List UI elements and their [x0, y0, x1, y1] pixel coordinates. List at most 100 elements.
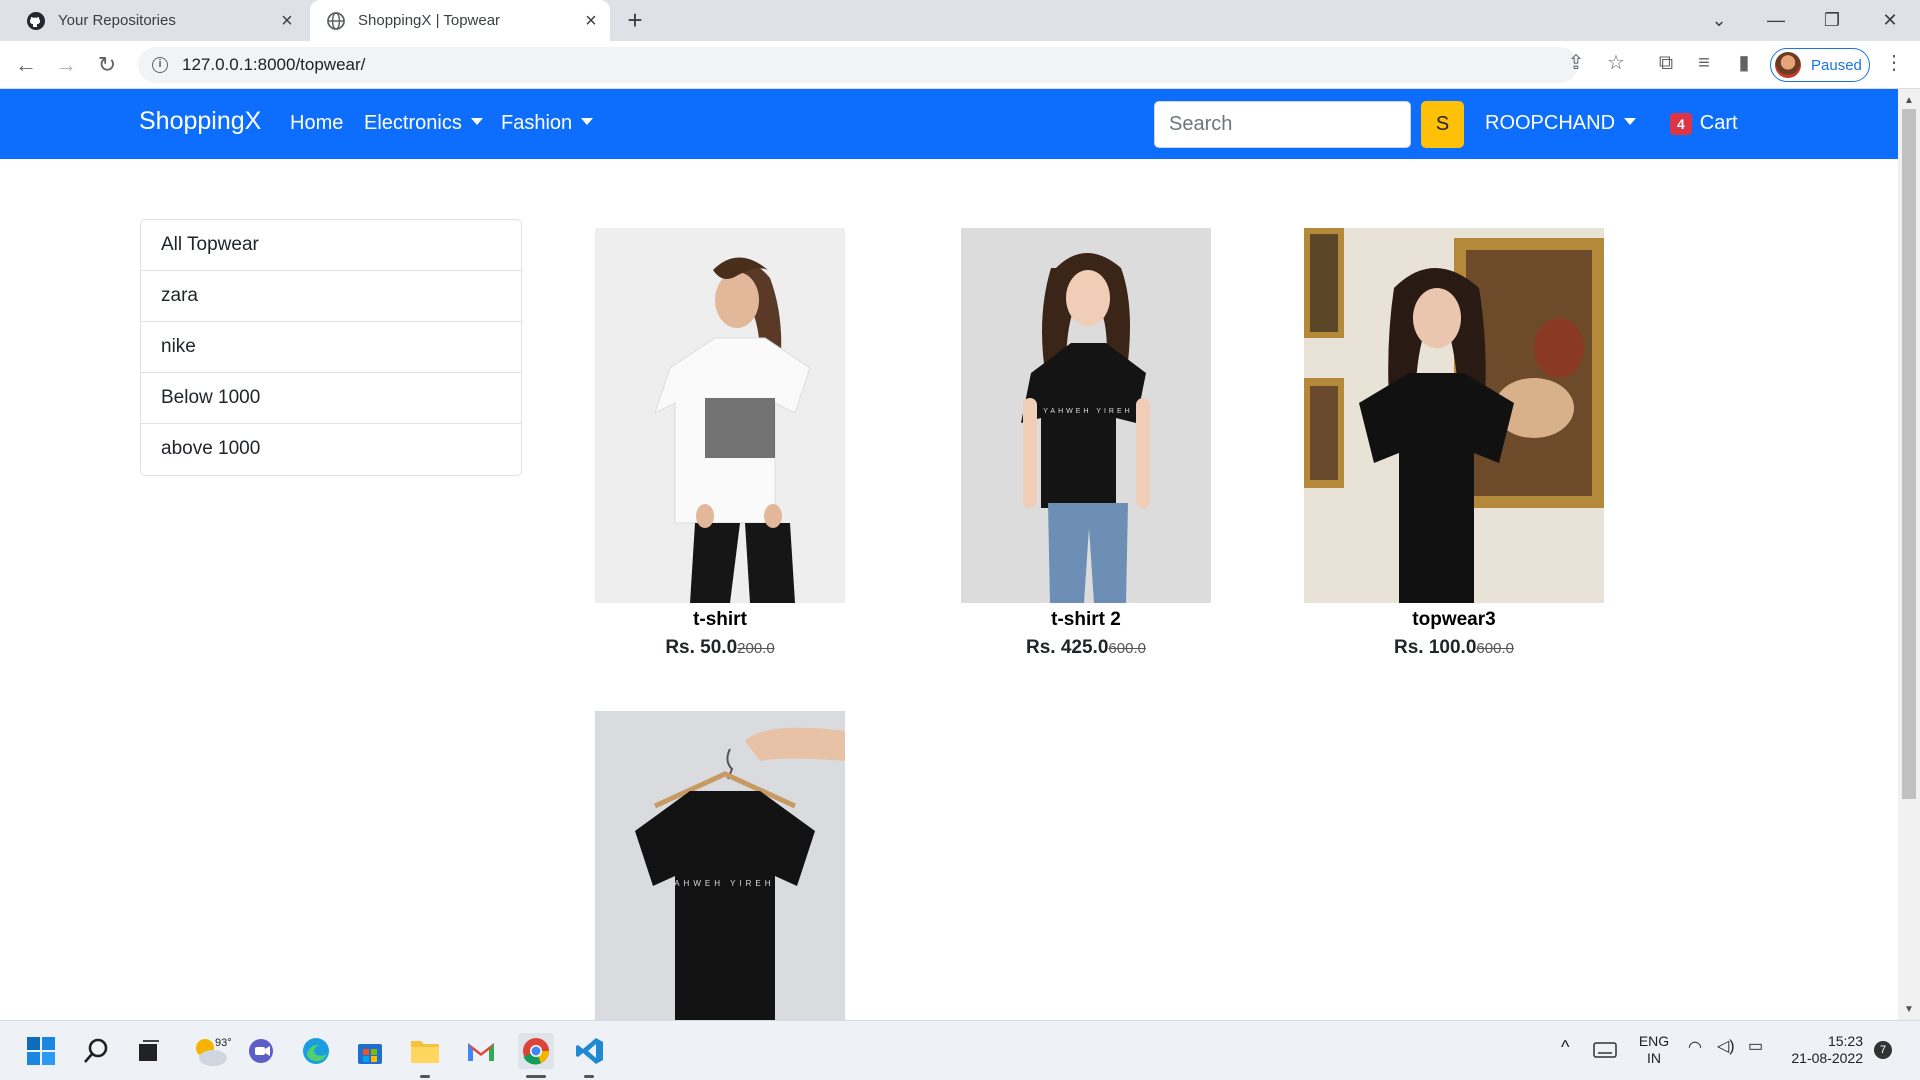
share-icon[interactable]: ⇪: [1562, 49, 1590, 77]
page-scrollbar[interactable]: ▲ ▼: [1898, 89, 1920, 1020]
product-card[interactable]: YAHWEH YIREH: [595, 711, 845, 1020]
nav-home[interactable]: Home: [290, 112, 343, 135]
filter-zara[interactable]: zara: [141, 271, 521, 322]
caret-down-icon: [581, 118, 594, 125]
tab-shoppingx-topwear[interactable]: ShoppingX | Topwear ×: [310, 0, 610, 41]
reload-icon[interactable]: ↻: [93, 51, 121, 79]
caret-down-icon: [1624, 118, 1637, 125]
microsoft-store-icon[interactable]: [352, 1033, 388, 1069]
cart-count-badge: 4: [1670, 112, 1692, 135]
search-input[interactable]: [1154, 101, 1411, 148]
globe-icon: [326, 11, 346, 31]
wifi-icon[interactable]: ◠: [1688, 1039, 1702, 1056]
reading-list-icon[interactable]: ≡: [1690, 49, 1718, 77]
side-panel-icon[interactable]: ▮: [1730, 49, 1758, 77]
sale-price: Rs. 50.0: [665, 637, 738, 658]
nav-electronics-dropdown[interactable]: Electronics: [364, 112, 483, 135]
file-explorer-icon[interactable]: [407, 1033, 443, 1069]
product-price: Rs. 425.0600.0: [961, 637, 1211, 659]
product-image-topwear3[interactable]: [1304, 228, 1604, 603]
notification-count-badge[interactable]: 7: [1874, 1041, 1892, 1059]
volume-icon[interactable]: ◁): [1717, 1038, 1735, 1055]
product-card[interactable]: YAHWEH YIREH t-shirt 2 Rs. 425.0600.0: [961, 228, 1211, 659]
svg-text:YAHWEH YIREH: YAHWEH YIREH: [665, 879, 774, 888]
weather-widget-icon[interactable]: 93°: [189, 1033, 233, 1069]
svg-text:YAHWEH YIREH: YAHWEH YIREH: [1043, 408, 1132, 415]
running-indicator: [526, 1075, 546, 1078]
search-icon[interactable]: [78, 1033, 114, 1069]
avatar: [1775, 52, 1801, 78]
forward-arrow-icon[interactable]: →: [52, 51, 80, 79]
restore-icon[interactable]: ❐: [1818, 6, 1846, 34]
region-code: IN: [1647, 1050, 1661, 1066]
site-info-icon[interactable]: i: [152, 57, 168, 73]
product-name[interactable]: t-shirt: [595, 609, 845, 631]
filter-nike[interactable]: nike: [141, 322, 521, 373]
profile-status: Paused: [1811, 56, 1862, 74]
page-viewport: ShoppingX Home Electronics Fashion S ROO…: [0, 89, 1898, 1020]
clock-date: 21-08-2022: [1791, 1050, 1863, 1066]
user-dropdown[interactable]: ROOPCHAND: [1485, 112, 1637, 135]
clock[interactable]: 15:23 21-08-2022: [1783, 1033, 1863, 1067]
bookmark-star-icon[interactable]: ☆: [1602, 49, 1630, 77]
windows-start-icon[interactable]: [23, 1033, 59, 1069]
scrollbar-thumb[interactable]: [1902, 109, 1916, 799]
site-navbar: ShoppingX Home Electronics Fashion S ROO…: [0, 89, 1898, 159]
filter-above-1000[interactable]: above 1000: [141, 424, 521, 475]
browser-menu-icon[interactable]: ⋮: [1880, 49, 1908, 77]
profile-button[interactable]: Paused: [1770, 48, 1870, 82]
close-tab-icon[interactable]: ×: [580, 10, 602, 32]
keyboard-icon[interactable]: [1590, 1035, 1620, 1065]
sale-price: Rs. 100.0: [1394, 637, 1477, 658]
product-image-tshirt-2[interactable]: YAHWEH YIREH: [961, 228, 1211, 603]
close-window-icon[interactable]: ✕: [1876, 6, 1904, 34]
product-name[interactable]: topwear3: [1304, 609, 1604, 631]
product-card[interactable]: topwear3 Rs. 100.0600.0: [1304, 228, 1604, 659]
search-button[interactable]: S: [1421, 101, 1464, 148]
task-view-icon[interactable]: [131, 1033, 167, 1069]
minimize-icon[interactable]: —: [1762, 6, 1790, 34]
original-price: 200.0: [737, 640, 775, 657]
address-bar[interactable]: i 127.0.0.1:8000/topwear/: [138, 47, 1578, 83]
tab-your-repositories[interactable]: Your Repositories ×: [26, 0, 300, 41]
extensions-puzzle-icon[interactable]: ⧉: [1652, 49, 1680, 77]
product-price: Rs. 50.0200.0: [595, 637, 845, 659]
teams-chat-icon[interactable]: [243, 1033, 279, 1069]
show-hidden-icons-chevron-icon[interactable]: ^: [1561, 1038, 1569, 1056]
product-name[interactable]: t-shirt 2: [961, 609, 1211, 631]
nav-electronics-label: Electronics: [364, 112, 462, 134]
nav-fashion-label: Fashion: [501, 112, 573, 134]
url-text: 127.0.0.1:8000/topwear/: [182, 55, 366, 74]
original-price: 600.0: [1108, 640, 1146, 657]
category-filter-list: All Topwear zara nike Below 1000 above 1…: [140, 219, 522, 476]
filter-below-1000[interactable]: Below 1000: [141, 373, 521, 424]
vscode-icon[interactable]: [572, 1033, 608, 1069]
cart-label: Cart: [1699, 112, 1738, 134]
edge-browser-icon[interactable]: [298, 1033, 334, 1069]
product-card[interactable]: t-shirt Rs. 50.0200.0: [595, 228, 845, 659]
filter-all-topwear[interactable]: All Topwear: [141, 220, 521, 271]
input-language[interactable]: ENG IN: [1637, 1033, 1671, 1067]
chrome-icon[interactable]: [518, 1033, 554, 1069]
tab-search-chevron-icon[interactable]: ⌄: [1705, 6, 1733, 34]
running-indicator: [584, 1075, 594, 1078]
nav-fashion-dropdown[interactable]: Fashion: [501, 112, 594, 135]
original-price: 600.0: [1476, 640, 1514, 657]
battery-icon[interactable]: ▭: [1748, 1038, 1763, 1055]
gmail-icon[interactable]: [463, 1033, 499, 1069]
cart-link[interactable]: 4 Cart: [1670, 112, 1738, 135]
scroll-down-arrow-icon[interactable]: ▼: [1903, 1004, 1915, 1016]
browser-tab-strip: Your Repositories × ShoppingX | Topwear …: [0, 0, 1920, 41]
github-icon: [26, 11, 46, 31]
scroll-up-arrow-icon[interactable]: ▲: [1903, 95, 1915, 107]
windows-taskbar: 93° ^ ENG IN ◠ ◁) ▭ 15:23 21-08-2022 7: [0, 1020, 1920, 1080]
product-image-tshirt[interactable]: [595, 228, 845, 603]
weather-temp: 93°: [215, 1037, 231, 1049]
close-tab-icon[interactable]: ×: [276, 10, 298, 32]
product-image-hanger-tshirt[interactable]: YAHWEH YIREH: [595, 711, 845, 1020]
brand-logo[interactable]: ShoppingX: [139, 107, 261, 136]
caret-down-icon: [470, 118, 483, 125]
back-arrow-icon[interactable]: ←: [12, 51, 40, 79]
new-tab-button[interactable]: +: [622, 7, 648, 34]
user-name: ROOPCHAND: [1485, 112, 1616, 134]
